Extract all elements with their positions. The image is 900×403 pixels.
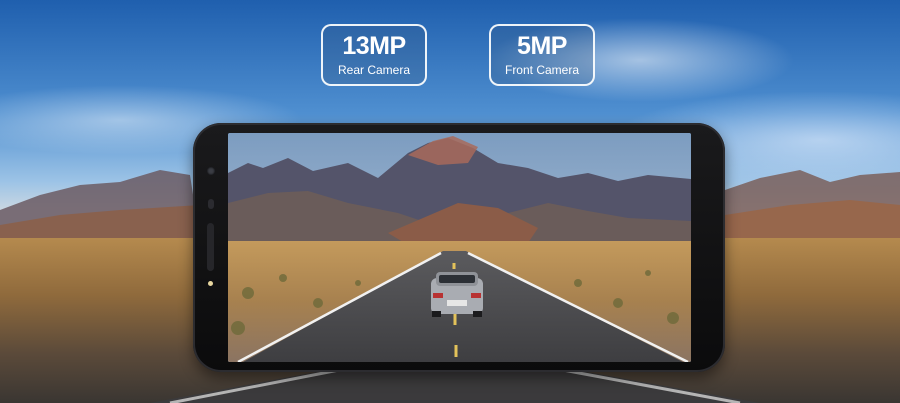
road-landscape-photo [228, 133, 691, 362]
car-icon [431, 272, 483, 317]
rear-camera-megapixels: 13MP [342, 32, 406, 60]
front-camera-megapixels: 5MP [517, 32, 567, 60]
front-camera-icon [207, 167, 215, 175]
front-camera-label: Front Camera [504, 63, 580, 77]
phone-screen [228, 133, 691, 362]
rear-camera-badge: 13MP Rear Camera [321, 24, 427, 86]
earpiece-speaker-icon [207, 223, 214, 271]
proximity-sensor-icon [208, 199, 214, 209]
notification-led-icon [208, 281, 213, 286]
smartphone [193, 123, 725, 372]
front-camera-badge: 5MP Front Camera [489, 24, 595, 86]
rear-camera-label: Rear Camera [337, 63, 411, 77]
